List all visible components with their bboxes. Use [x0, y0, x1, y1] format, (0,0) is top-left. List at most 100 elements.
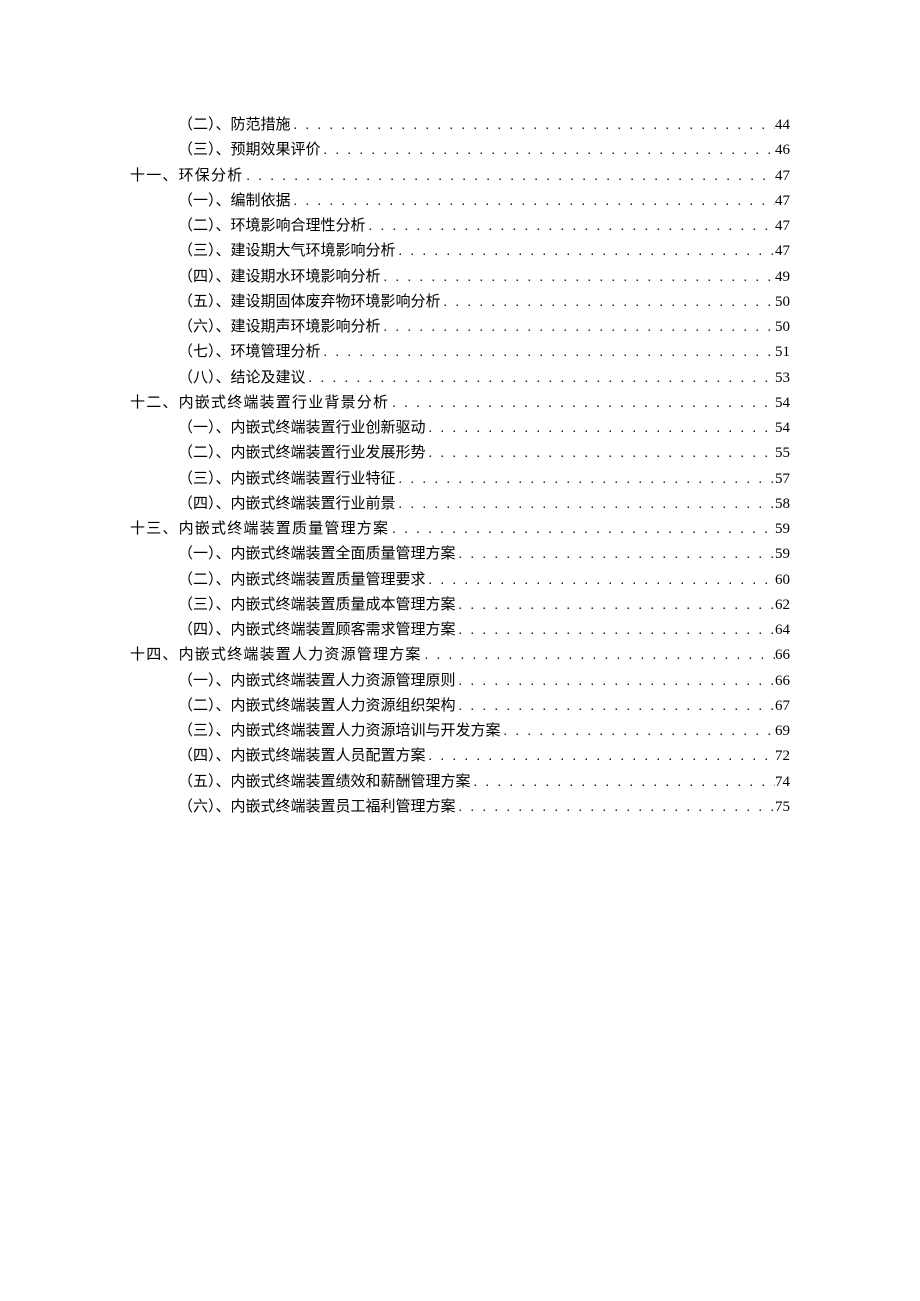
toc-entry-page: 69 — [775, 724, 790, 740]
toc-entry: （四）、建设期水环境影响分析 49 — [178, 270, 790, 286]
toc-entry: （二）、内嵌式终端装置行业发展形势 55 — [178, 446, 790, 462]
toc-entry-page: 67 — [775, 699, 790, 715]
toc-entry-leader — [396, 245, 775, 260]
toc-entry: （五）、建设期固体废弃物环境影响分析 50 — [178, 295, 790, 311]
toc-entry-leader — [426, 447, 775, 462]
toc-entry-title: （二）、内嵌式终端装置行业发展形势 — [178, 446, 426, 462]
toc-entry: （三）、内嵌式终端装置人力资源培训与开发方案 69 — [178, 724, 790, 740]
toc-entry-leader — [291, 195, 775, 210]
toc-entry-title: 十四、内嵌式终端装置人力资源管理方案 — [130, 648, 422, 664]
toc-entry-leader — [291, 119, 775, 134]
toc-entry-page: 46 — [775, 143, 790, 159]
toc-entry-page: 66 — [775, 648, 790, 664]
toc-entry-page: 47 — [775, 244, 790, 260]
toc-entry-leader — [243, 170, 775, 185]
toc-entry: （二）、防范措施 44 — [178, 118, 790, 134]
toc-entry: （一）、内嵌式终端装置人力资源管理原则 66 — [178, 674, 790, 690]
toc-entry-title: （五）、内嵌式终端装置绩效和薪酬管理方案 — [178, 775, 471, 791]
toc-entry: 十四、内嵌式终端装置人力资源管理方案 66 — [130, 648, 790, 664]
toc-entry-leader — [456, 599, 775, 614]
toc-entry-page: 53 — [775, 371, 790, 387]
toc-entry: 十二、内嵌式终端装置行业背景分析 54 — [130, 396, 790, 412]
toc-entry-leader — [456, 801, 775, 816]
toc-entry-page: 55 — [775, 446, 790, 462]
toc-entry-page: 49 — [775, 270, 790, 286]
table-of-contents: （二）、防范措施 44 （三）、预期效果评价 46 十一、环保分析 47 （一）、编制依据4… — [130, 118, 790, 816]
toc-entry-title: （一）、内嵌式终端装置人力资源管理原则 — [178, 674, 456, 690]
toc-entry-page: 50 — [775, 320, 790, 336]
toc-entry: （七）、环境管理分析 51 — [178, 345, 790, 361]
toc-entry-page: 66 — [775, 674, 790, 690]
toc-entry-leader — [381, 271, 775, 286]
toc-entry: （三）、内嵌式终端装置质量成本管理方案 62 — [178, 598, 790, 614]
toc-entry: （一）、内嵌式终端装置全面质量管理方案59 — [178, 547, 790, 563]
toc-entry: （三）、内嵌式终端装置行业特征57 — [178, 472, 790, 488]
toc-entry-title: （三）、内嵌式终端装置人力资源培训与开发方案 — [178, 724, 501, 740]
toc-entry-page: 59 — [775, 522, 790, 538]
toc-entry-leader — [321, 346, 775, 361]
toc-entry-leader — [456, 675, 775, 690]
toc-entry: （二）、内嵌式终端装置人力资源组织架构 67 — [178, 699, 790, 715]
toc-entry-page: 47 — [775, 219, 790, 235]
toc-entry-page: 62 — [775, 598, 790, 614]
toc-entry-leader — [456, 700, 775, 715]
toc-entry-leader — [471, 776, 775, 791]
toc-entry-title: （四）、内嵌式终端装置人员配置方案 — [178, 749, 426, 765]
toc-entry-page: 75 — [775, 800, 790, 816]
toc-entry: （二）、环境影响合理性分析 47 — [178, 219, 790, 235]
toc-entry-title: （八）、结论及建议 — [178, 371, 306, 387]
toc-entry: 十一、环保分析 47 — [130, 169, 790, 185]
toc-entry-title: （四）、内嵌式终端装置顾客需求管理方案 — [178, 623, 456, 639]
toc-entry-title: （二）、环境影响合理性分析 — [178, 219, 366, 235]
toc-entry-page: 54 — [775, 396, 790, 412]
toc-entry-title: （七）、环境管理分析 — [178, 345, 321, 361]
toc-entry-title: （二）、内嵌式终端装置质量管理要求 — [178, 573, 426, 589]
toc-entry: （八）、结论及建议 53 — [178, 371, 790, 387]
toc-entry-leader — [456, 548, 775, 563]
toc-entry-page: 47 — [775, 169, 790, 185]
toc-entry-page: 72 — [775, 749, 790, 765]
toc-entry-title: （四）、建设期水环境影响分析 — [178, 270, 381, 286]
toc-entry-title: （二）、内嵌式终端装置人力资源组织架构 — [178, 699, 456, 715]
toc-entry-page: 54 — [775, 421, 790, 437]
toc-entry-page: 58 — [775, 497, 790, 513]
toc-entry-page: 44 — [775, 118, 790, 134]
toc-entry-leader — [426, 574, 775, 589]
toc-entry-leader — [441, 296, 775, 311]
toc-entry: （一）、编制依据47 — [178, 194, 790, 210]
toc-entry-title: （四）、内嵌式终端装置行业前景 — [178, 497, 396, 513]
toc-entry-title: （三）、内嵌式终端装置质量成本管理方案 — [178, 598, 456, 614]
toc-entry: （六）、内嵌式终端装置员工福利管理方案 75 — [178, 800, 790, 816]
toc-entry-leader — [306, 372, 775, 387]
toc-entry-leader — [389, 523, 775, 538]
toc-entry-title: （五）、建设期固体废弃物环境影响分析 — [178, 295, 441, 311]
toc-entry: （五）、内嵌式终端装置绩效和薪酬管理方案74 — [178, 775, 790, 791]
toc-entry-leader — [422, 649, 775, 664]
toc-entry: （三）、预期效果评价 46 — [178, 143, 790, 159]
toc-entry-page: 60 — [775, 573, 790, 589]
toc-entry: （四）、内嵌式终端装置顾客需求管理方案64 — [178, 623, 790, 639]
toc-entry-leader — [321, 144, 775, 159]
toc-entry-page: 59 — [775, 547, 790, 563]
toc-entry-title: 十一、环保分析 — [130, 169, 243, 185]
toc-entry-leader — [366, 220, 775, 235]
toc-entry-leader — [396, 473, 775, 488]
toc-entry-leader — [389, 397, 775, 412]
toc-entry: （二）、内嵌式终端装置质量管理要求 60 — [178, 573, 790, 589]
toc-entry-title: （六）、建设期声环境影响分析 — [178, 320, 381, 336]
toc-entry-leader — [456, 624, 775, 639]
toc-entry: 十三、内嵌式终端装置质量管理方案59 — [130, 522, 790, 538]
toc-entry: （六）、建设期声环境影响分析 50 — [178, 320, 790, 336]
toc-entry-page: 51 — [775, 345, 790, 361]
toc-entry-page: 50 — [775, 295, 790, 311]
toc-entry-title: 十二、内嵌式终端装置行业背景分析 — [130, 396, 389, 412]
toc-entry-title: （三）、内嵌式终端装置行业特征 — [178, 472, 396, 488]
toc-entry-title: （三）、预期效果评价 — [178, 143, 321, 159]
toc-entry-title: （二）、防范措施 — [178, 118, 291, 134]
toc-entry: （四）、内嵌式终端装置行业前景 58 — [178, 497, 790, 513]
toc-entry-title: （六）、内嵌式终端装置员工福利管理方案 — [178, 800, 456, 816]
toc-entry: （一）、内嵌式终端装置行业创新驱动54 — [178, 421, 790, 437]
toc-entry-leader — [501, 725, 775, 740]
toc-entry-leader — [426, 422, 775, 437]
toc-entry-leader — [396, 498, 775, 513]
